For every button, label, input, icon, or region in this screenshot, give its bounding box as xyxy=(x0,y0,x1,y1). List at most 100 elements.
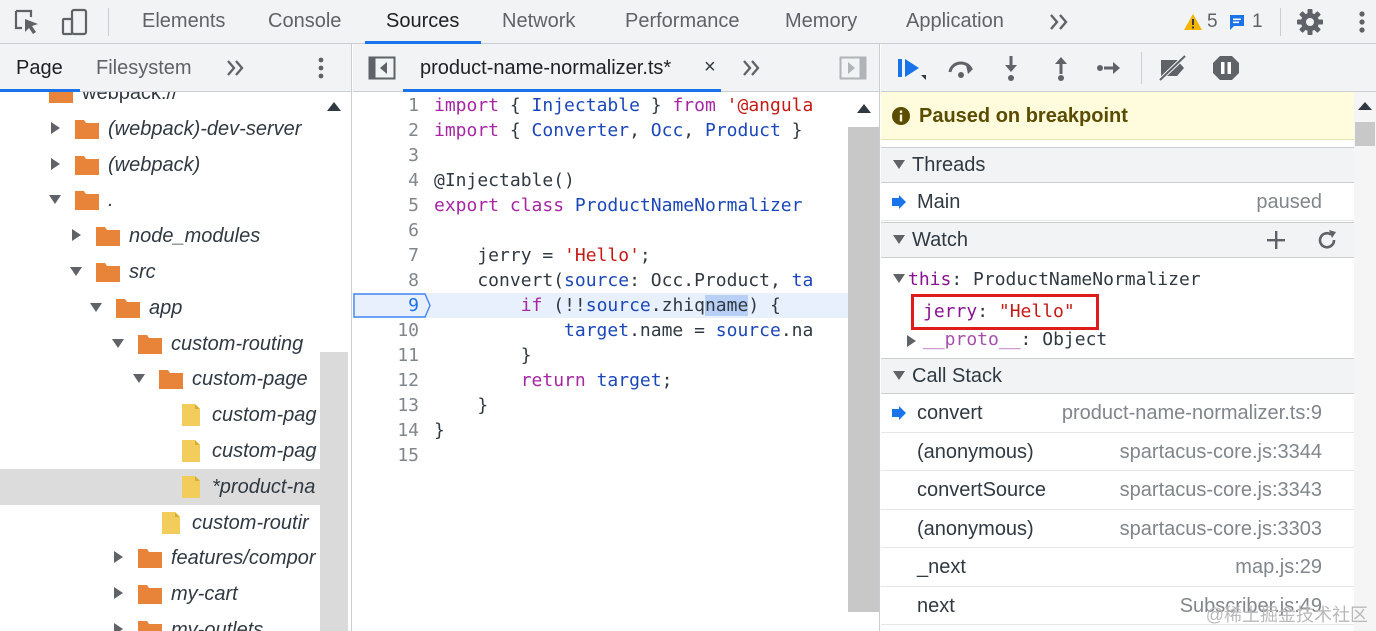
code-line[interactable]: 1 import { Injectable } from '@angula xyxy=(353,93,848,118)
code-line[interactable]: 15 xyxy=(353,443,848,468)
tree-item[interactable]: custom-pag xyxy=(0,433,320,469)
deactivate-breakpoints-icon[interactable] xyxy=(1157,53,1189,83)
tab-console[interactable]: Console xyxy=(268,0,341,44)
more-editor-tabs-icon[interactable] xyxy=(741,58,761,78)
tree-item[interactable]: my-outlets xyxy=(0,612,320,631)
inspect-element-icon[interactable] xyxy=(11,6,43,38)
scroll-up-icon[interactable] xyxy=(327,102,341,111)
scroll-up-icon[interactable] xyxy=(1358,102,1372,110)
expanded-triangle-icon[interactable] xyxy=(89,300,103,314)
line-number[interactable]: 13 xyxy=(353,393,419,418)
call-frame[interactable]: (anonymous) spartacus-core.js:3303 xyxy=(881,510,1354,548)
expanded-triangle-icon[interactable] xyxy=(132,371,146,385)
close-tab-icon[interactable]: × xyxy=(704,56,716,78)
collapsed-triangle-icon[interactable] xyxy=(111,550,125,564)
expanded-triangle-icon[interactable] xyxy=(893,274,905,283)
tree-item[interactable]: custom-routing xyxy=(0,326,320,362)
tree-item[interactable]: features/compor xyxy=(0,540,320,576)
collapsed-triangle-icon[interactable] xyxy=(48,121,62,135)
code-line[interactable]: 10 target.name = source.na xyxy=(353,318,848,343)
tab-page[interactable]: Page xyxy=(16,44,63,92)
code-line-breakpoint[interactable]: 9 if (!!source.zhiqname) { xyxy=(353,293,848,318)
collapsed-triangle-icon[interactable] xyxy=(48,157,62,171)
tab-application[interactable]: Application xyxy=(906,0,1004,44)
editor-tab-product-name-normalizer[interactable]: product-name-normalizer.ts* × xyxy=(403,44,721,92)
line-number[interactable]: 1 xyxy=(353,93,419,118)
collapsed-triangle-icon[interactable] xyxy=(111,622,125,631)
add-watch-expression-icon[interactable] xyxy=(1265,229,1287,251)
line-number[interactable]: 7 xyxy=(353,243,419,268)
code-line[interactable]: 2 import { Converter, Occ, Product } xyxy=(353,118,848,143)
call-frame[interactable]: _next map.js:29 xyxy=(881,548,1354,587)
code-line[interactable]: 6 xyxy=(353,218,848,243)
tree-item[interactable]: *product-na xyxy=(0,468,320,505)
code-line[interactable]: 12 return target; xyxy=(353,368,848,393)
tree-item[interactable]: custom-routir xyxy=(0,505,320,541)
line-number[interactable]: 8 xyxy=(353,268,419,293)
line-number[interactable]: 3 xyxy=(353,143,419,168)
tree-item[interactable]: custom-page xyxy=(0,361,320,397)
scrollbar-thumb[interactable] xyxy=(320,352,348,631)
tab-sources[interactable]: Sources xyxy=(386,0,459,44)
more-options-icon[interactable] xyxy=(1346,6,1376,38)
refresh-watch-icon[interactable] xyxy=(1315,228,1339,252)
tree-item[interactable]: (webpack) xyxy=(0,147,320,183)
call-frame[interactable]: convertSource spartacus-core.js:3343 xyxy=(881,471,1354,510)
line-number[interactable]: 12 xyxy=(353,368,419,393)
call-frame-location[interactable]: spartacus-core.js:3303 xyxy=(1120,510,1322,548)
collapsed-triangle-icon[interactable] xyxy=(907,335,916,347)
tab-network[interactable]: Network xyxy=(502,0,575,44)
code-line[interactable]: 14} xyxy=(353,418,848,443)
watch-section-header[interactable]: Watch xyxy=(881,222,1354,258)
navigator-menu-icon[interactable] xyxy=(311,54,331,82)
code-line[interactable]: 8 convert(source: Occ.Product, ta xyxy=(353,268,848,293)
more-tabs-icon[interactable] xyxy=(1048,12,1070,32)
tab-memory[interactable]: Memory xyxy=(785,0,857,44)
step-out-icon[interactable] xyxy=(1045,53,1077,83)
more-navigator-tabs-icon[interactable] xyxy=(225,58,245,78)
line-number[interactable]: 15 xyxy=(353,443,419,468)
tree-item[interactable]: node_modules xyxy=(0,218,320,254)
code-line[interactable]: 7 jerry = 'Hello'; xyxy=(353,243,848,268)
expanded-triangle-icon[interactable] xyxy=(69,264,83,278)
tree-item[interactable]: (webpack)-dev-server xyxy=(0,111,320,147)
step-over-icon[interactable] xyxy=(945,53,977,83)
debugger-scrollbar[interactable] xyxy=(1354,92,1376,631)
call-frame-location[interactable]: map.js:29 xyxy=(1235,548,1322,586)
line-number[interactable]: 2 xyxy=(353,118,419,143)
scroll-up-icon[interactable] xyxy=(857,104,871,113)
editor-scrollbar[interactable] xyxy=(848,92,879,631)
tree-item[interactable]: . xyxy=(0,182,320,218)
thread-item[interactable]: Main paused xyxy=(881,183,1354,221)
tab-filesystem[interactable]: Filesystem xyxy=(96,44,192,92)
pause-on-exceptions-icon[interactable] xyxy=(1210,53,1242,83)
threads-section-header[interactable]: Threads xyxy=(881,147,1354,183)
line-number[interactable]: 11 xyxy=(353,343,419,368)
call-frame-location[interactable]: spartacus-core.js:3344 xyxy=(1120,433,1322,471)
tree-scrollbar[interactable] xyxy=(320,92,348,631)
line-number[interactable]: 10 xyxy=(353,318,419,343)
call-frame[interactable]: (anonymous) spartacus-core.js:3344 xyxy=(881,433,1354,471)
line-number[interactable]: 6 xyxy=(353,218,419,243)
call-frame-location[interactable]: product-name-normalizer.ts:9 xyxy=(1062,394,1322,432)
step-icon[interactable] xyxy=(1093,53,1125,83)
device-toolbar-icon[interactable] xyxy=(59,6,91,38)
call-frame[interactable]: convert product-name-normalizer.ts:9 xyxy=(881,394,1354,433)
line-number[interactable]: 5 xyxy=(353,193,419,218)
expanded-triangle-icon[interactable] xyxy=(48,192,62,206)
messages-badge[interactable]: 1 xyxy=(1228,8,1263,36)
line-number[interactable]: 4 xyxy=(353,168,419,193)
settings-icon[interactable] xyxy=(1294,6,1326,38)
toggle-debugger-icon[interactable] xyxy=(839,56,867,80)
resume-icon[interactable] xyxy=(895,53,927,83)
line-number[interactable]: 9 xyxy=(353,293,419,318)
code-line[interactable]: 5 export class ProductNameNormalizer xyxy=(353,193,848,218)
collapsed-triangle-icon[interactable] xyxy=(69,228,83,242)
line-number[interactable]: 14 xyxy=(353,418,419,443)
warnings-badge[interactable]: 5 xyxy=(1183,8,1218,36)
scrollbar-thumb[interactable] xyxy=(848,127,879,612)
watch-root-row[interactable]: this: ProductNameNormalizer xyxy=(908,268,1201,292)
tree-item[interactable]: custom-pag xyxy=(0,397,320,433)
scrollbar-thumb[interactable] xyxy=(1355,122,1375,146)
tab-elements[interactable]: Elements xyxy=(142,0,225,44)
